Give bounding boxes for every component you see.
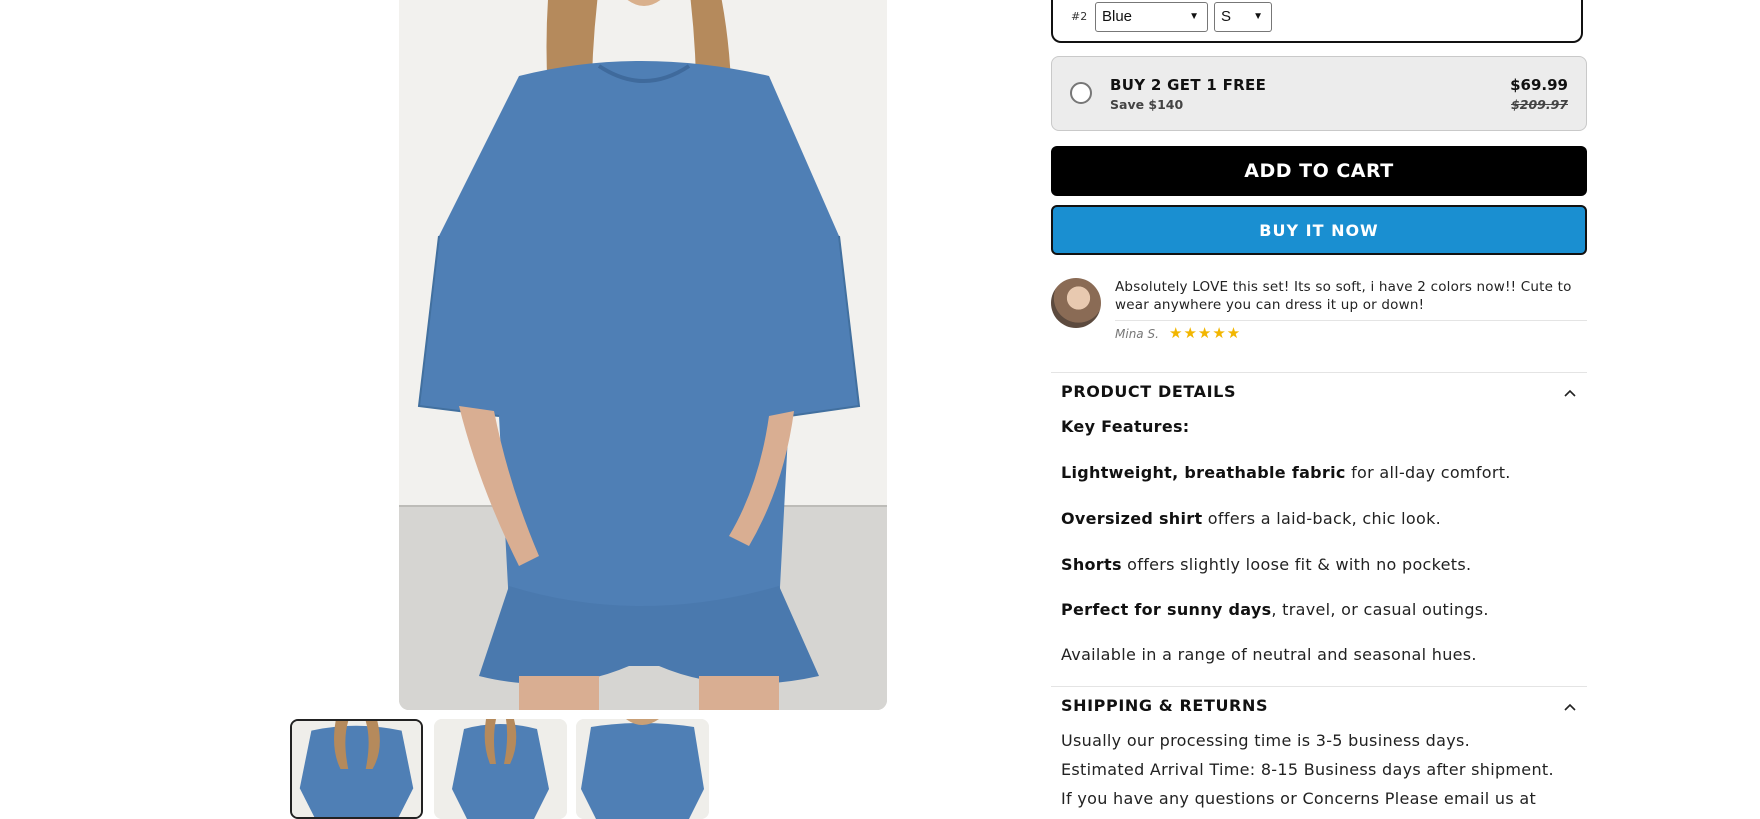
buy-now-button[interactable]: BUY IT NOW [1051,205,1587,255]
bundle-compare-price: $209.97 [1511,97,1568,112]
product-details-title: PRODUCT DETAILS [1061,382,1237,401]
color-select[interactable]: Blue ▼ [1095,2,1208,32]
bundle-radio[interactable] [1070,82,1092,104]
feature-item: Lightweight, breathable fabric for all-d… [1061,463,1511,482]
feature-item: Oversized shirt offers a laid-back, chic… [1061,509,1442,528]
bundle-title: BUY 2 GET 1 FREE [1110,76,1267,94]
key-features-heading: Key Features: [1061,417,1190,436]
feature-item: Perfect for sunny days, travel, or casua… [1061,600,1489,619]
size-select[interactable]: S ▼ [1214,2,1272,32]
divider [1051,686,1587,687]
product-photo [399,0,887,710]
add-to-cart-button[interactable]: ADD TO CART [1051,146,1587,196]
chevron-up-icon [1564,389,1576,397]
shipping-line: If you have any questions or Concerns Pl… [1061,789,1537,808]
bundle-offer-option[interactable]: BUY 2 GET 1 FREE Save $140 $69.99 $209.9… [1051,56,1587,131]
reviewer-avatar [1051,278,1101,328]
main-product-image[interactable] [399,0,887,710]
bundle-savings: Save $140 [1110,97,1184,112]
caret-down-icon: ▼ [1253,11,1263,22]
feature-item: Shorts offers slightly loose fit & with … [1061,555,1472,574]
review-divider [1115,320,1587,321]
divider [1051,372,1587,373]
variant-selector-row: #2 Blue ▼ S ▼ [1051,0,1583,43]
size-select-value: S [1221,8,1232,25]
shipping-returns-title: SHIPPING & RETURNS [1061,696,1269,715]
thumbnail-1[interactable] [290,719,423,819]
shipping-line: Usually our processing time is 3-5 busin… [1061,731,1471,750]
star-rating-icon: ★★★★★ [1169,324,1242,342]
caret-down-icon: ▼ [1189,11,1199,22]
chevron-up-icon [1564,703,1576,711]
customer-review: Absolutely LOVE this set! Its so soft, i… [1051,277,1587,343]
review-text: Absolutely LOVE this set! Its so soft, i… [1115,279,1572,313]
bundle-price: $69.99 [1510,76,1568,94]
review-author: Mina S. [1115,327,1159,341]
color-select-value: Blue [1102,8,1133,25]
variant-number: #2 [1071,10,1088,23]
shipping-returns-toggle[interactable]: SHIPPING & RETURNS [1061,696,1577,720]
product-details-toggle[interactable]: PRODUCT DETAILS [1061,382,1577,406]
colors-note: Available in a range of neutral and seas… [1061,645,1477,664]
shipping-line: Estimated Arrival Time: 8-15 Business da… [1061,760,1554,779]
thumbnail-2[interactable] [434,719,567,819]
thumbnail-3[interactable] [576,719,709,819]
